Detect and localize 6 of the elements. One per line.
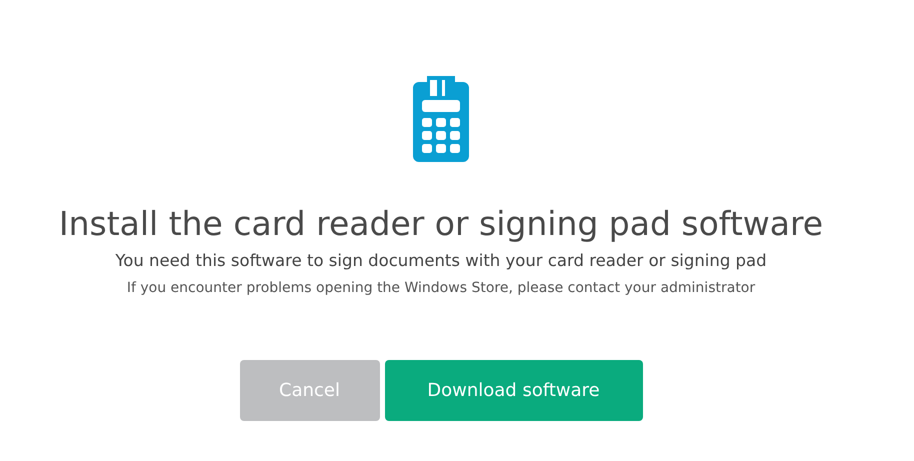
cancel-button[interactable]: Cancel: [240, 360, 380, 421]
card-reader-icon: [413, 76, 469, 162]
download-button[interactable]: Download software: [384, 360, 642, 421]
help-note: If you encounter problems opening the Windows Store, please contact your administrator: [126, 279, 756, 298]
dialog-title: Install the card reader or signing pad software: [58, 204, 824, 244]
subtitle: You need this software to sign documents with your card reader or signing pad: [115, 250, 767, 272]
